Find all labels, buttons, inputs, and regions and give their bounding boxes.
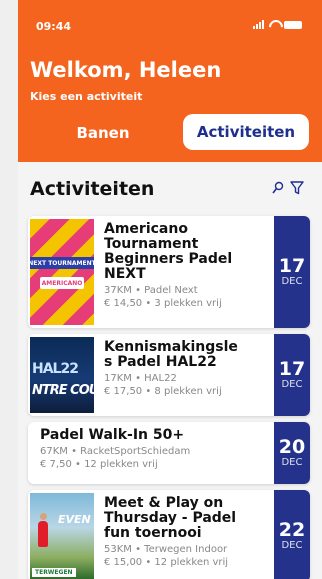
date-month: DEC [281,457,303,468]
page-title: Welkom, Heleen [30,58,222,82]
player-figure [38,513,48,547]
title-line: Padel Walk-In 50+ [40,427,185,443]
activity-location: 53KM • Terwegen Indoor [104,544,228,555]
toolbar [272,180,304,199]
status-icons [253,20,302,29]
battery-icon [284,20,302,29]
date-month: DEC [281,379,303,390]
activity-meta: 67KM • RacketSportSchiedam € 7,50 • 12 p… [40,445,190,471]
date-badge: 22 DEC [274,490,310,579]
section-title: Activiteiten [30,178,155,200]
activity-info: Padel Walk-In 50+ 67KM • RacketSportSchi… [40,428,190,471]
title-line: s Padel HAL22 [104,354,217,370]
activity-image: EVEN TERWEGEN [30,493,94,579]
status-bar: 09:44 [18,0,322,40]
date-badge: 20 DEC [274,422,310,484]
title-line: Thursday - Padel [104,510,237,526]
activity-title: Americano Tournament Beginners Padel NEX… [104,222,232,282]
activity-card[interactable]: HAL22 NTRE COU Kennismakingsle s Padel H… [28,334,310,416]
activity-price: € 7,50 • 12 plekken vrij [40,459,158,470]
date-badge: 17 DEC [274,216,310,328]
date-month: DEC [281,276,303,287]
activity-meta: 37KM • Padel Next € 14,50 • 3 plekken vr… [104,284,232,310]
date-day: 17 [278,358,306,380]
thumb-logo: TERWEGEN [32,568,76,577]
activity-price: € 15,00 • 12 plekken vrij [104,557,229,568]
title-line: Americano [104,221,188,237]
app-screen: 09:44 Welkom, Heleen Kies een activiteit… [18,0,322,579]
activity-card[interactable]: EVEN TERWEGEN Meet & Play on Thursday - … [28,490,310,579]
activity-meta: 17KM • HAL22 € 17,50 • 8 plekken vrij [104,372,238,398]
title-line: Kennismakingsle [104,339,238,355]
activity-price: € 17,50 • 8 plekken vrij [104,386,222,397]
activity-info: Meet & Play on Thursday - Padel fun toer… [104,496,236,569]
header: 09:44 Welkom, Heleen Kies een activiteit… [18,0,322,162]
filter-icon[interactable] [290,180,304,199]
status-time: 09:44 [36,20,72,33]
title-line: fun toernooi [104,525,202,541]
thumb-label: NTRE COU [32,383,99,398]
date-badge: 17 DEC [274,334,310,416]
activity-location: 67KM • RacketSportSchiedam [40,446,191,457]
title-line: Tournament [104,236,199,252]
activity-card[interactable]: Padel Walk-In 50+ 67KM • RacketSportSchi… [28,422,310,484]
activity-image: HAL22 NTRE COU [30,337,99,413]
thumb-label: AMERICANO [40,277,84,289]
activity-location: 17KM • HAL22 [104,373,177,384]
date-month: DEC [281,540,303,551]
activity-title: Kennismakingsle s Padel HAL22 [104,340,238,370]
activity-location: 37KM • Padel Next [104,285,198,296]
activity-info: Kennismakingsle s Padel HAL22 17KM • HAL… [104,340,238,398]
search-icon[interactable] [272,180,284,199]
activity-price: € 14,50 • 3 plekken vrij [104,298,222,309]
activity-image: NEXT TOURNAMENT AMERICANO [30,219,94,325]
activity-card[interactable]: NEXT TOURNAMENT AMERICANO Americano Tour… [28,216,310,328]
tab-activiteiten[interactable]: Activiteiten [183,114,309,150]
signal-icon [253,20,264,29]
date-day: 17 [278,255,306,277]
title-line: Meet & Play on [104,495,224,511]
title-line: Beginners Padel [104,251,233,267]
activity-info: Americano Tournament Beginners Padel NEX… [104,222,232,310]
title-line: NEXT [104,266,146,282]
tab-banen[interactable]: Banen [63,118,143,148]
thumb-label: EVEN [58,513,91,526]
activity-meta: 53KM • Terwegen Indoor € 15,00 • 12 plek… [104,543,236,569]
wifi-icon [268,20,280,29]
date-day: 20 [278,436,306,458]
activity-title: Padel Walk-In 50+ [40,428,190,443]
activity-title: Meet & Play on Thursday - Padel fun toer… [104,496,236,541]
thumb-label: NEXT TOURNAMENT [30,257,94,269]
thumb-label: HAL22 [32,361,79,377]
date-day: 22 [278,519,306,541]
page-subtitle: Kies een activiteit [30,90,143,103]
